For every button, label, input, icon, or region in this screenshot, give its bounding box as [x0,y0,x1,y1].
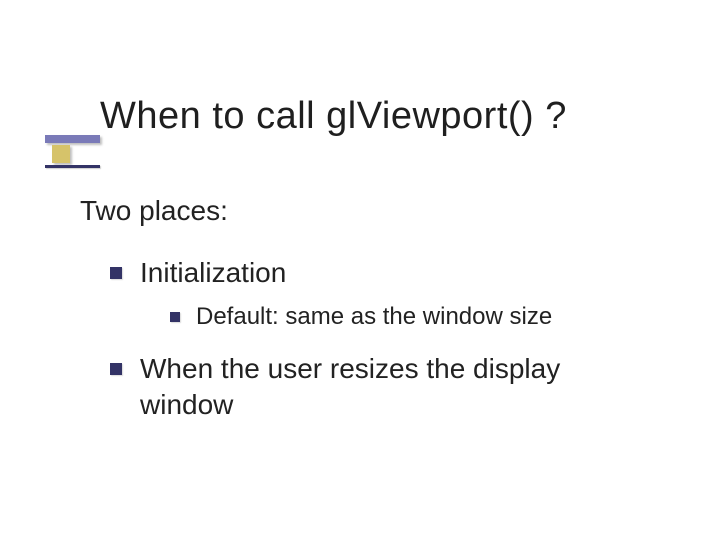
lead-text: Two places: [80,195,660,227]
slide: When to call glViewport() ? Two places: … [0,0,720,540]
list-item: Default: same as the window size [170,301,660,332]
title-decor-icon [45,135,100,169]
slide-title: When to call glViewport() ? [100,95,567,138]
square-bullet-icon [110,267,122,279]
square-bullet-icon [110,363,122,375]
title-block: When to call glViewport() ? [100,95,567,138]
list-item-text: Initialization [140,255,660,291]
square-bullet-icon [170,312,180,322]
list-item-text: Default: same as the window size [196,301,660,332]
slide-body: Two places: Initialization Default: same… [80,195,660,433]
list-item: Initialization [110,255,660,291]
list-item: When the user resizes the display window [110,351,660,424]
list-item-text: When the user resizes the display window [140,351,660,424]
